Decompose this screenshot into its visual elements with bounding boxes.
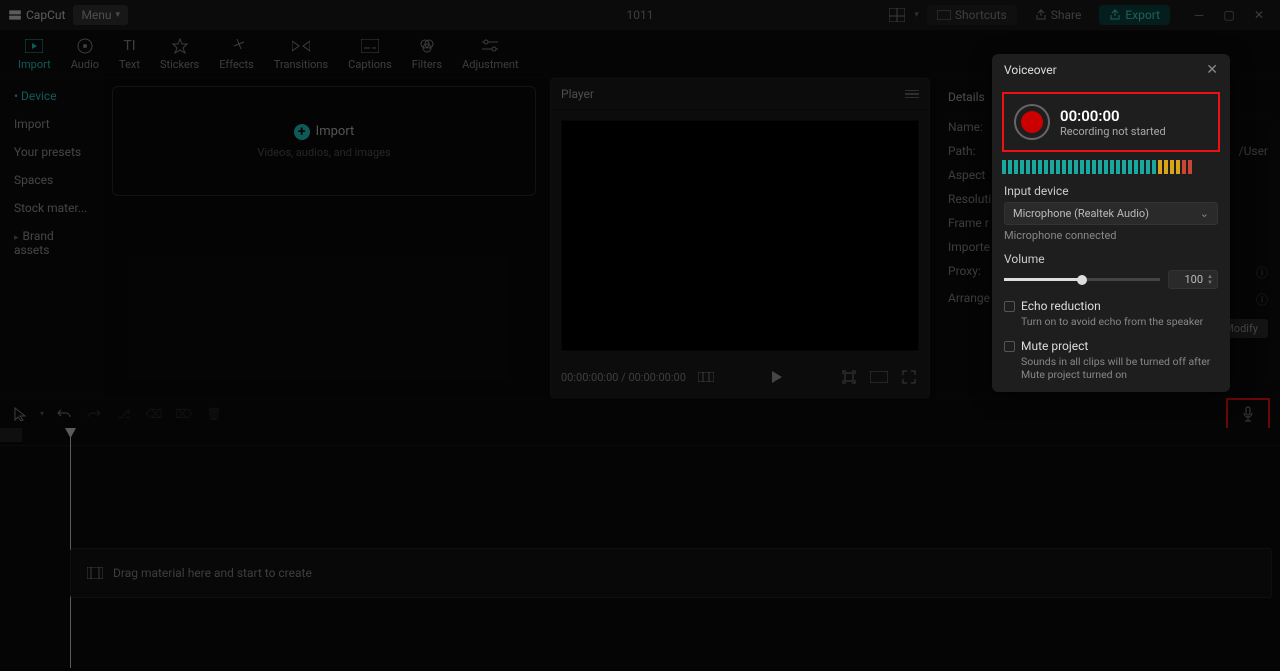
details-title: Details (948, 90, 985, 104)
minimize-icon[interactable]: ─ (1186, 4, 1212, 26)
input-device-label: Input device (1004, 184, 1218, 198)
undo-icon[interactable] (54, 404, 74, 424)
voiceover-title: Voiceover (1004, 63, 1057, 77)
import-dropzone[interactable]: +Import Videos, audios, and images (112, 86, 536, 196)
share-button[interactable]: Share (1025, 5, 1092, 25)
vu-meter (1002, 160, 1220, 174)
plus-icon: + (294, 124, 310, 140)
export-button[interactable]: Export (1099, 5, 1170, 25)
title-bar: CapCut Menu 1011 ▾ Shortcuts Share Expor… (0, 0, 1280, 30)
close-icon[interactable]: ✕ (1246, 4, 1272, 26)
captions-icon (360, 36, 380, 56)
effects-icon (227, 36, 247, 56)
tool-captions[interactable]: Captions (338, 34, 402, 73)
echo-reduction-checkbox[interactable] (1004, 301, 1015, 312)
timeline[interactable]: Drag material here and start to create (0, 428, 1280, 668)
player-title: Player (561, 87, 594, 101)
filters-icon (417, 36, 437, 56)
adjustment-icon (480, 36, 500, 56)
import-icon (24, 36, 44, 56)
timeline-ruler[interactable] (0, 428, 1280, 446)
voiceover-mic-highlight (1226, 398, 1270, 430)
details-proxy-info-icon[interactable]: ⓘ (1256, 264, 1268, 281)
play-icon[interactable] (767, 367, 787, 387)
player-panel: Player 00:00:00:00 / 00:00:00:00 (550, 78, 930, 398)
voiceover-close-icon[interactable]: ✕ (1206, 62, 1218, 78)
tool-stickers[interactable]: Stickers (150, 34, 209, 73)
tool-transitions[interactable]: Transitions (264, 34, 338, 73)
record-status: Recording not started (1060, 125, 1166, 138)
tool-filters[interactable]: Filters (402, 34, 452, 73)
player-timecode: 00:00:00:00 / 00:00:00:00 (561, 371, 686, 384)
scale-icon[interactable] (839, 367, 859, 387)
record-dot-icon (1021, 111, 1043, 133)
mute-project-sub: Sounds in all clips will be turned off a… (1021, 355, 1218, 382)
input-device-select[interactable]: Microphone (Realtek Audio) (1004, 202, 1218, 225)
text-icon: TI (119, 36, 139, 56)
audio-icon (75, 36, 95, 56)
capcut-icon (8, 8, 22, 22)
transitions-icon (291, 36, 311, 56)
tool-adjustment[interactable]: Adjustment (452, 34, 529, 73)
volume-input[interactable]: 100 ▲▼ (1168, 270, 1218, 289)
media-panel: +Import Videos, audios, and images (104, 78, 544, 398)
player-quality-icon[interactable] (696, 367, 716, 387)
player-menu-icon[interactable] (905, 90, 919, 99)
delete-icon[interactable]: 🗑 (204, 404, 224, 424)
record-time: 00:00:00 (1060, 107, 1166, 125)
tool-text[interactable]: TIText (109, 34, 150, 73)
import-subtitle: Videos, audios, and images (257, 146, 390, 159)
mute-project-checkbox[interactable] (1004, 341, 1015, 352)
shortcuts-button[interactable]: Shortcuts (927, 5, 1017, 25)
sidebar-import[interactable]: Import (4, 110, 100, 138)
sidebar: • Device Import Your presets Spaces Stoc… (0, 78, 104, 398)
record-box-highlight: 00:00:00 Recording not started (1002, 92, 1220, 152)
pointer-dropdown-icon[interactable]: ▾ (40, 409, 44, 418)
ratio-icon[interactable] (869, 367, 889, 387)
maximize-icon[interactable]: ▢ (1216, 4, 1242, 26)
timeline-toolbar: ▾ ⎇ ⌫ ⌦ 🗑 (0, 398, 1280, 428)
layout-dropdown-icon[interactable]: ▾ (914, 10, 919, 20)
tool-import[interactable]: Import (8, 34, 61, 73)
app-logo: CapCut (8, 8, 65, 22)
film-icon (87, 567, 103, 579)
sidebar-presets[interactable]: Your presets (4, 138, 100, 166)
fullscreen-icon[interactable] (899, 367, 919, 387)
timeline-empty-hint[interactable]: Drag material here and start to create (70, 548, 1272, 598)
sidebar-spaces[interactable]: Spaces (4, 166, 100, 194)
delete-right-icon[interactable]: ⌦ (174, 404, 194, 424)
mic-status: Microphone connected (1004, 229, 1218, 242)
player-viewport[interactable] (561, 120, 919, 351)
echo-reduction-label: Echo reduction (1021, 299, 1203, 313)
voiceover-popover: Voiceover ✕ 00:00:00 Recording not start… (992, 54, 1230, 392)
volume-label: Volume (1004, 252, 1218, 266)
stickers-icon (170, 36, 190, 56)
split-icon[interactable]: ⎇ (114, 404, 134, 424)
layout-icon[interactable] (884, 4, 910, 26)
tool-effects[interactable]: Effects (209, 34, 264, 73)
menu-button[interactable]: Menu (73, 5, 128, 25)
sidebar-stock[interactable]: Stock mater... (4, 194, 100, 222)
tool-audio[interactable]: Audio (61, 34, 109, 73)
details-arrange-info-icon[interactable]: ⓘ (1256, 291, 1268, 308)
mic-icon[interactable] (1238, 404, 1258, 424)
pointer-icon[interactable] (10, 404, 30, 424)
volume-spinner-icon[interactable]: ▲▼ (1207, 274, 1213, 286)
details-path-value: /User (1239, 144, 1268, 158)
record-button[interactable] (1014, 104, 1050, 140)
sidebar-device[interactable]: • Device (4, 82, 100, 110)
echo-reduction-sub: Turn on to avoid echo from the speaker (1021, 315, 1203, 329)
redo-icon[interactable] (84, 404, 104, 424)
project-title: 1011 (627, 8, 654, 22)
delete-left-icon[interactable]: ⌫ (144, 404, 164, 424)
mute-project-label: Mute project (1021, 339, 1218, 353)
volume-slider[interactable] (1004, 278, 1160, 281)
sidebar-brand[interactable]: Brand assets (4, 222, 100, 264)
app-name: CapCut (26, 8, 65, 22)
